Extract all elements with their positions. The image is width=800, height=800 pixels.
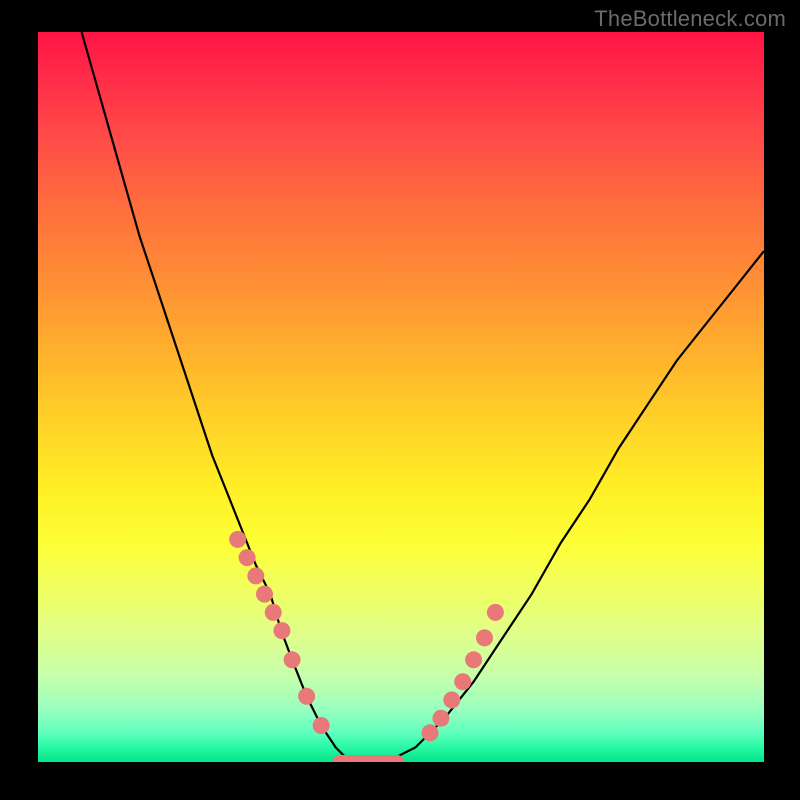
highlight-dot: [476, 629, 493, 646]
chart-stage: TheBottleneck.com: [0, 0, 800, 800]
highlight-dot: [313, 717, 330, 734]
highlight-dot: [432, 710, 449, 727]
curve-layer: [38, 32, 764, 762]
highlight-dot: [284, 651, 301, 668]
highlight-dot: [229, 531, 246, 548]
watermark-text: TheBottleneck.com: [594, 6, 786, 32]
highlight-dot: [247, 567, 264, 584]
highlight-dot: [256, 586, 273, 603]
highlight-dot: [422, 724, 439, 741]
highlight-dot: [487, 604, 504, 621]
highlight-dot: [443, 691, 460, 708]
highlight-dot: [298, 688, 315, 705]
highlight-dot: [454, 673, 471, 690]
highlight-dot: [465, 651, 482, 668]
highlight-dot: [265, 604, 282, 621]
highlight-dot: [273, 622, 290, 639]
highlight-dot: [239, 549, 256, 566]
bottleneck-curve: [82, 32, 764, 762]
plot-area: [38, 32, 764, 762]
highlight-dots: [229, 531, 504, 741]
